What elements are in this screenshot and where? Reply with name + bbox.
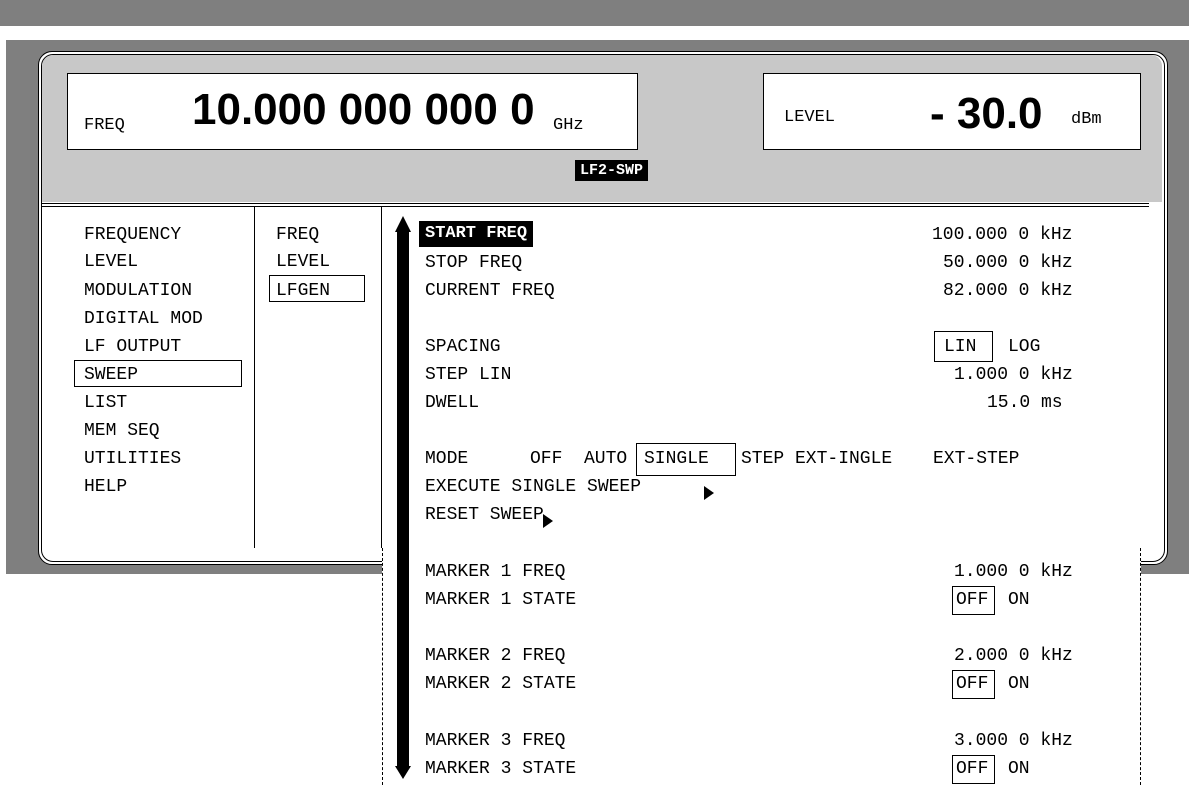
menu-item-level[interactable]: LEVEL (84, 253, 138, 271)
menu-item-help[interactable]: HELP (84, 478, 127, 496)
mode-option-step[interactable]: STEP (741, 450, 784, 468)
freq-label: FREQ (84, 116, 125, 135)
freq-value: 10.000 000 000 0 (192, 85, 535, 134)
menu-divider-2 (381, 206, 382, 548)
header-separator-2 (42, 206, 1149, 207)
marker3-state-off[interactable]: OFF (956, 760, 988, 778)
menu-item-digital-mod[interactable]: DIGITAL MOD (84, 310, 203, 328)
panel-edge-right (1140, 548, 1141, 785)
submenu-item-freq[interactable]: FREQ (276, 226, 319, 244)
dwell-value[interactable]: 15.0 ms (987, 394, 1063, 412)
marker1-freq-label[interactable]: MARKER 1 FREQ (425, 563, 565, 581)
marker2-state-off[interactable]: OFF (956, 675, 988, 693)
menu-item-modulation[interactable]: MODULATION (84, 282, 192, 300)
stop-freq-label[interactable]: STOP FREQ (425, 254, 522, 272)
scrollbar-track[interactable] (397, 232, 409, 766)
step-lin-label[interactable]: STEP LIN (425, 366, 511, 384)
marker1-state-on[interactable]: ON (1008, 591, 1030, 609)
submenu-item-lfgen[interactable]: LFGEN (276, 282, 330, 300)
execute-arrow-icon[interactable] (704, 486, 714, 500)
menu-item-sweep[interactable]: SWEEP (84, 366, 138, 384)
marker2-state-label[interactable]: MARKER 2 STATE (425, 675, 576, 693)
current-freq-value: 82.000 0 kHz (943, 281, 1073, 301)
mode-option-auto[interactable]: AUTO (584, 450, 627, 468)
reset-sweep-label[interactable]: RESET SWEEP (425, 506, 544, 524)
reset-arrow-icon[interactable] (543, 514, 553, 528)
level-value: - 30.0 (930, 89, 1043, 138)
marker3-state-on[interactable]: ON (1008, 760, 1030, 778)
mode-option-ext-ingle[interactable]: EXT-INGLE (795, 450, 892, 468)
spacing-label[interactable]: SPACING (425, 338, 501, 356)
dwell-label[interactable]: DWELL (425, 394, 479, 412)
panel-edge-left (382, 548, 383, 785)
mode-option-off[interactable]: OFF (530, 450, 562, 468)
current-freq-label: CURRENT FREQ (425, 281, 555, 301)
start-freq-label[interactable]: START FREQ (419, 221, 534, 247)
scroll-up-arrow-icon[interactable] (395, 216, 411, 232)
stop-freq-value[interactable]: 50.000 0 kHz (943, 254, 1073, 272)
marker1-state-label[interactable]: MARKER 1 STATE (425, 591, 576, 609)
marker3-freq-value[interactable]: 3.000 0 kHz (954, 732, 1073, 750)
marker3-state-label[interactable]: MARKER 3 STATE (425, 760, 576, 778)
menu-item-lf-output[interactable]: LF OUTPUT (84, 338, 181, 356)
menu-item-utilities[interactable]: UTILITIES (84, 450, 181, 468)
freq-unit: GHz (553, 116, 584, 135)
marker1-state-off[interactable]: OFF (956, 591, 988, 609)
spacing-option-lin[interactable]: LIN (944, 338, 976, 356)
marker3-freq-label[interactable]: MARKER 3 FREQ (425, 732, 565, 750)
menu-item-mem-seq[interactable]: MEM SEQ (84, 422, 160, 440)
marker1-freq-value[interactable]: 1.000 0 kHz (954, 563, 1073, 581)
marker2-state-on[interactable]: ON (1008, 675, 1030, 693)
level-label: LEVEL (784, 108, 836, 127)
header-separator (42, 203, 1149, 204)
scroll-down-arrow-icon[interactable] (395, 766, 411, 779)
marker2-freq-label[interactable]: MARKER 2 FREQ (425, 647, 565, 665)
level-unit: dBm (1071, 110, 1102, 129)
execute-single-sweep-label[interactable]: EXECUTE SINGLE SWEEP (425, 478, 641, 496)
start-freq-value[interactable]: 100.000 0 kHz (932, 226, 1072, 244)
submenu-item-level[interactable]: LEVEL (276, 253, 330, 271)
mode-option-ext-step[interactable]: EXT-STEP (933, 450, 1019, 468)
top-bar (0, 0, 1189, 26)
menu-divider-1 (254, 206, 255, 548)
status-badge: LF2-SWP (575, 160, 649, 181)
menu-item-list[interactable]: LIST (84, 394, 127, 412)
spacing-option-log[interactable]: LOG (1008, 338, 1040, 356)
marker2-freq-value[interactable]: 2.000 0 kHz (954, 647, 1073, 665)
step-lin-value[interactable]: 1.000 0 kHz (954, 366, 1073, 384)
mode-option-single[interactable]: SINGLE (644, 450, 709, 468)
mode-label[interactable]: MODE (425, 450, 468, 468)
menu-item-frequency[interactable]: FREQUENCY (84, 226, 181, 244)
